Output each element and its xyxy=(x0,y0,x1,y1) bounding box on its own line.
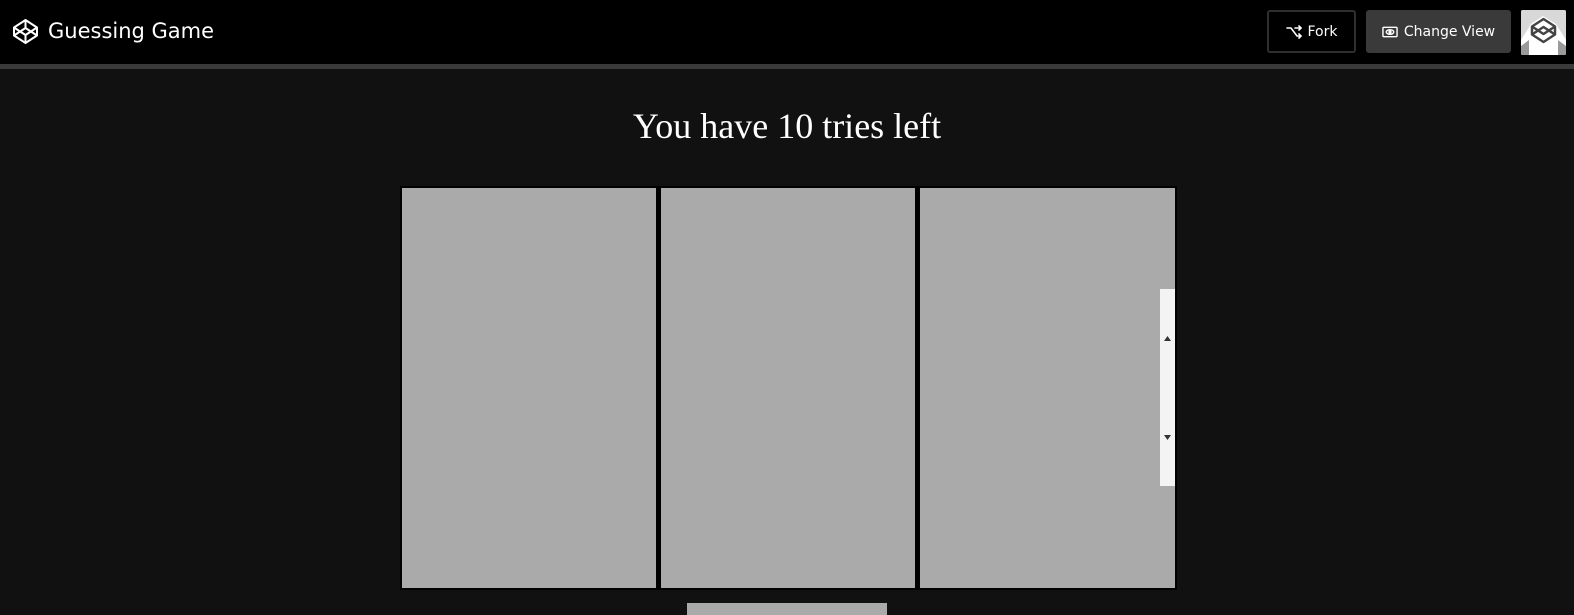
stepper-up-button[interactable] xyxy=(1160,289,1175,387)
codepen-logo-icon[interactable] xyxy=(12,18,39,45)
top-bar: Guessing Game Fork Change View xyxy=(0,0,1574,64)
user-avatar[interactable] xyxy=(1521,10,1566,55)
fork-button-label: Fork xyxy=(1307,23,1338,40)
change-view-button-label: Change View xyxy=(1403,23,1496,40)
triangle-up-icon xyxy=(1164,335,1171,341)
stepper-down-button[interactable] xyxy=(1160,388,1175,486)
top-bar-divider xyxy=(0,64,1574,69)
triangle-down-icon xyxy=(1164,434,1171,440)
pen-title: Guessing Game xyxy=(48,19,215,43)
fork-button[interactable]: Fork xyxy=(1267,10,1356,53)
tries-remaining-text: You have 10 tries left xyxy=(632,106,942,146)
card-board xyxy=(400,186,1177,590)
change-view-button[interactable]: Change View xyxy=(1366,10,1511,53)
number-stepper[interactable] xyxy=(1160,289,1175,486)
card-1[interactable] xyxy=(402,188,656,588)
card-3[interactable] xyxy=(920,188,1175,588)
fork-icon xyxy=(1285,24,1302,39)
guess-button[interactable] xyxy=(687,603,887,615)
card-2[interactable] xyxy=(661,188,915,588)
eye-icon xyxy=(1382,25,1398,39)
